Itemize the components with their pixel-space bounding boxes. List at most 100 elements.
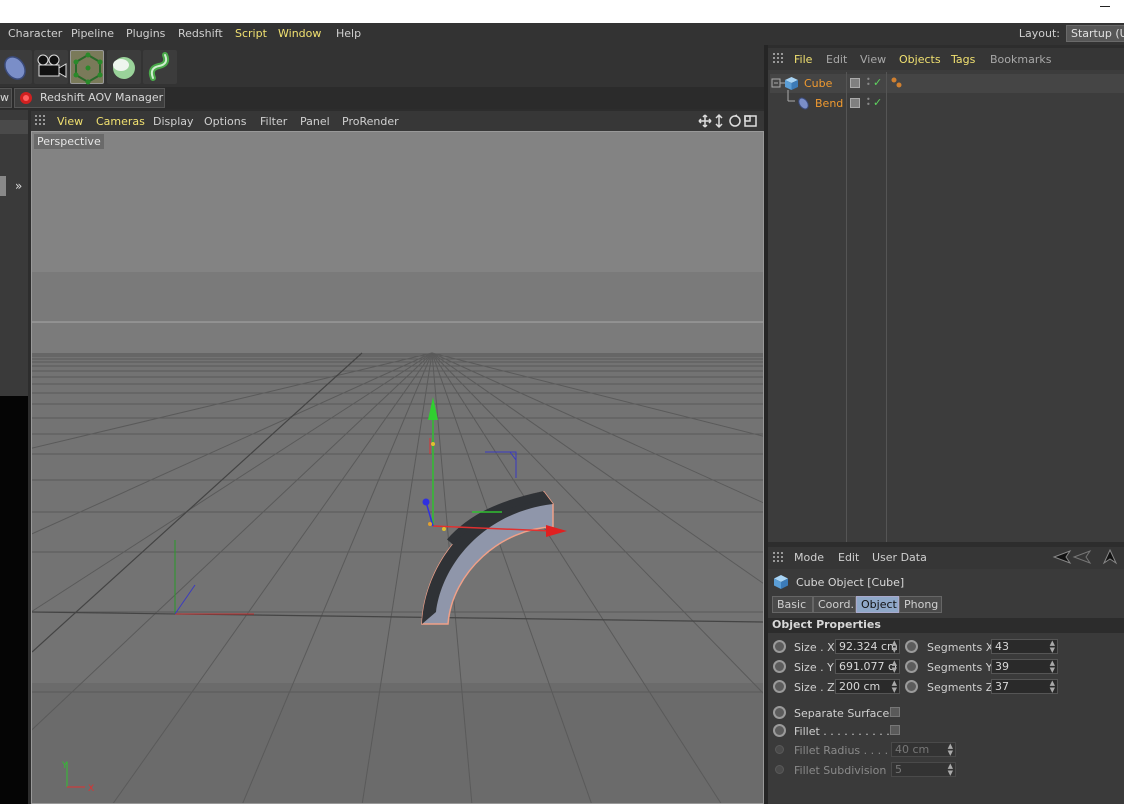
viewport-menu-view[interactable]: View bbox=[57, 115, 83, 128]
tab-redshift-aov-manager[interactable]: Redshift AOV Manager bbox=[14, 88, 165, 108]
camera-tool-button[interactable] bbox=[34, 50, 68, 84]
fillet-subdivision-value: 5 bbox=[895, 763, 902, 776]
segments-x-label: Segments X bbox=[927, 641, 994, 654]
grip-icon bbox=[35, 115, 45, 125]
tab-phong[interactable]: Phong bbox=[899, 596, 942, 613]
cube-icon bbox=[774, 575, 788, 589]
fillet-subdivision-field: 5 ▲ ▼ bbox=[891, 762, 956, 777]
bend-icon bbox=[798, 97, 809, 110]
spinner-icon: ▲ ▼ bbox=[947, 742, 953, 757]
camera-tool-icon bbox=[37, 54, 67, 78]
viewport-menu-filter[interactable]: Filter bbox=[260, 115, 287, 128]
size-z-field[interactable]: 200 cm ▲ ▼ bbox=[835, 679, 900, 694]
left-panel-handle[interactable] bbox=[0, 176, 6, 196]
menu-plugins[interactable]: Plugins bbox=[126, 27, 165, 40]
viewport-menu-cameras[interactable]: Cameras bbox=[96, 115, 145, 128]
animate-radio[interactable] bbox=[773, 640, 786, 653]
viewport-menu-panel[interactable]: Panel bbox=[300, 115, 330, 128]
tab-coord[interactable]: Coord. bbox=[813, 596, 856, 613]
attr-menu-user-data[interactable]: User Data bbox=[872, 551, 927, 564]
spinner-icon[interactable]: ▲ ▼ bbox=[1050, 680, 1055, 693]
segments-x-field[interactable]: 43 ▲ ▼ bbox=[991, 639, 1058, 654]
visibility-dots[interactable]: • • bbox=[866, 76, 871, 89]
minimize-icon[interactable] bbox=[1100, 6, 1110, 7]
size-z-value: 200 cm bbox=[839, 680, 881, 693]
tab-object[interactable]: Object bbox=[856, 596, 899, 613]
menu-character[interactable]: Character bbox=[8, 27, 62, 40]
spinner-icon[interactable]: ▲ ▼ bbox=[892, 680, 897, 693]
animate-radio[interactable] bbox=[773, 706, 786, 719]
deformer-tool-button[interactable] bbox=[0, 50, 32, 84]
segments-y-value: 39 bbox=[995, 660, 1009, 673]
enabled-check[interactable]: ✓ bbox=[873, 76, 882, 89]
visibility-dots[interactable]: • • bbox=[866, 96, 871, 109]
manager-tab-bar: w Redshift AOV Manager bbox=[0, 87, 766, 109]
column-divider bbox=[886, 72, 887, 542]
animate-radio[interactable] bbox=[905, 660, 918, 673]
animate-radio[interactable] bbox=[905, 680, 918, 693]
spinner-icon[interactable]: ▲ ▼ bbox=[1050, 640, 1055, 653]
viewport-camera-label: Perspective bbox=[34, 134, 104, 149]
cube-icon bbox=[785, 77, 798, 90]
spinner-icon[interactable]: ▲ ▼ bbox=[892, 640, 897, 653]
viewport-scene[interactable]: Y X bbox=[32, 132, 764, 804]
tab-partial[interactable]: w bbox=[0, 88, 12, 108]
spline-tool-button[interactable] bbox=[143, 50, 177, 84]
tab-label: Redshift AOV Manager bbox=[40, 91, 164, 104]
segments-y-field[interactable]: 39 ▲ ▼ bbox=[991, 659, 1058, 674]
object-menu-bookmarks[interactable]: Bookmarks bbox=[990, 53, 1051, 66]
grip-icon bbox=[773, 552, 783, 562]
viewport-menu-options[interactable]: Options bbox=[204, 115, 246, 128]
viewport-menu-prorender[interactable]: ProRender bbox=[342, 115, 399, 128]
axis-y-label: Y bbox=[61, 761, 68, 771]
layer-box[interactable] bbox=[850, 78, 860, 88]
attr-menu-mode[interactable]: Mode bbox=[794, 551, 824, 564]
expand-icon[interactable]: » bbox=[15, 179, 22, 193]
spinner-icon[interactable]: ▲ ▼ bbox=[1050, 660, 1055, 673]
enabled-check[interactable]: ✓ bbox=[873, 96, 882, 109]
animate-radio[interactable] bbox=[773, 680, 786, 693]
polygon-tool-icon bbox=[73, 52, 103, 85]
tag-icon[interactable] bbox=[890, 76, 904, 90]
segments-y-label: Segments Y bbox=[927, 661, 993, 674]
spinner-icon: ▲ ▼ bbox=[947, 762, 953, 777]
menu-script[interactable]: Script bbox=[235, 27, 267, 40]
viewport-menu-display[interactable]: Display bbox=[153, 115, 194, 128]
layout-select[interactable]: Startup (U bbox=[1066, 25, 1124, 42]
object-name-cube[interactable]: Cube bbox=[804, 77, 832, 90]
object-name-bend[interactable]: Bend bbox=[815, 97, 843, 110]
object-menu-tags[interactable]: Tags bbox=[951, 53, 975, 66]
layer-box[interactable] bbox=[850, 98, 860, 108]
viewport-nav-icons[interactable] bbox=[697, 113, 761, 129]
separate-surfaces-checkbox[interactable] bbox=[890, 707, 900, 717]
object-menu-view[interactable]: View bbox=[860, 53, 886, 66]
animate-radio[interactable] bbox=[905, 640, 918, 653]
segments-z-label: Segments Z bbox=[927, 681, 994, 694]
fillet-radius-field: 40 cm ▲ ▼ bbox=[891, 742, 956, 757]
animate-radio[interactable] bbox=[773, 724, 786, 737]
size-y-field[interactable]: 691.077 cı ▲ ▼ bbox=[835, 659, 900, 674]
object-menu-edit[interactable]: Edit bbox=[826, 53, 847, 66]
menu-window[interactable]: Window bbox=[278, 27, 321, 40]
menu-redshift[interactable]: Redshift bbox=[178, 27, 223, 40]
polygon-tool-button[interactable] bbox=[70, 50, 104, 85]
attr-menu-edit[interactable]: Edit bbox=[838, 551, 859, 564]
object-manager-menubar: File Edit View Objects Tags Bookmarks bbox=[768, 48, 1124, 70]
segments-z-field[interactable]: 37 ▲ ▼ bbox=[991, 679, 1058, 694]
size-x-field[interactable]: 92.324 cm ▲ ▼ bbox=[835, 639, 900, 654]
animate-radio[interactable] bbox=[773, 660, 786, 673]
segments-x-value: 43 bbox=[995, 640, 1009, 653]
menu-pipeline[interactable]: Pipeline bbox=[71, 27, 114, 40]
spinner-icon[interactable]: ▲ ▼ bbox=[892, 660, 897, 673]
tab-basic[interactable]: Basic bbox=[772, 596, 813, 613]
object-menu-objects[interactable]: Objects bbox=[899, 53, 941, 66]
object-menu-file[interactable]: File bbox=[794, 53, 812, 66]
history-nav-icons[interactable] bbox=[1052, 549, 1122, 567]
fillet-checkbox[interactable] bbox=[890, 725, 900, 735]
menu-help[interactable]: Help bbox=[336, 27, 361, 40]
3d-viewport[interactable]: Y X Perspective bbox=[31, 131, 764, 804]
section-header: Object Properties bbox=[768, 618, 1124, 633]
environment-tool-button[interactable] bbox=[107, 50, 141, 84]
environment-tool-icon bbox=[113, 57, 135, 79]
size-y-value: 691.077 cı bbox=[839, 660, 898, 673]
